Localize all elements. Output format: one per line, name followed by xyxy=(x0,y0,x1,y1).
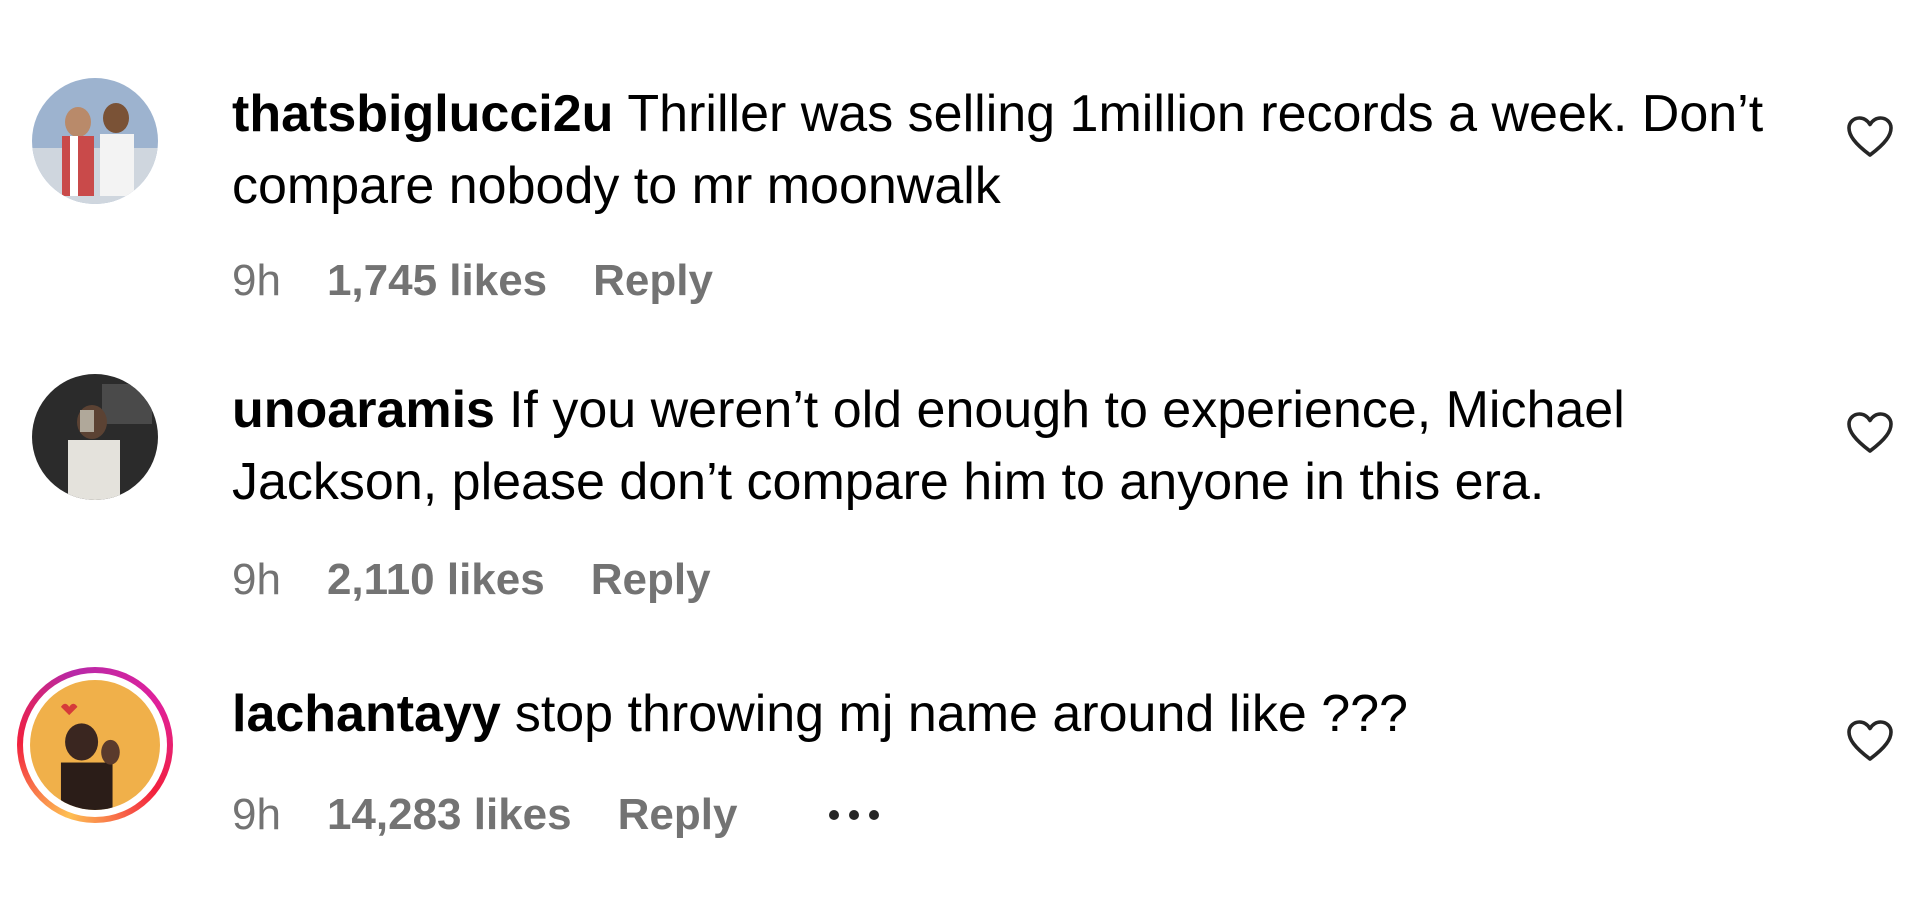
likes-count[interactable]: 14,283 likes xyxy=(327,790,572,840)
timestamp[interactable]: 9h xyxy=(232,790,281,840)
comment-text-line: unoaramis If you weren’t old enough to ex… xyxy=(232,374,1772,518)
heart-outline-icon[interactable] xyxy=(1846,410,1894,458)
avatar xyxy=(30,680,160,810)
avatar[interactable] xyxy=(32,78,158,204)
reply-button[interactable]: Reply xyxy=(591,555,711,605)
avatar-photo xyxy=(32,78,158,204)
reply-button[interactable]: Reply xyxy=(618,790,738,840)
heart-outline-icon[interactable] xyxy=(1846,718,1894,766)
username[interactable]: thatsbiglucci2u xyxy=(232,85,613,143)
likes-count[interactable]: 1,745 likes xyxy=(327,256,547,306)
reply-button[interactable]: Reply xyxy=(593,256,713,306)
avatar-photo xyxy=(30,680,160,810)
username[interactable]: unoaramis xyxy=(232,381,495,439)
story-ring[interactable] xyxy=(17,667,173,823)
comment-meta: 9h 14,283 likes Reply xyxy=(232,790,880,840)
likes-count[interactable]: 2,110 likes xyxy=(327,555,545,605)
username[interactable]: lachantayy xyxy=(232,685,501,743)
timestamp[interactable]: 9h xyxy=(232,555,281,605)
timestamp[interactable]: 9h xyxy=(232,256,281,306)
comment-meta: 9h 1,745 likes Reply xyxy=(232,256,713,306)
more-options-icon[interactable] xyxy=(829,810,880,820)
comment-body: thatsbiglucci2u Thriller was selling 1mil… xyxy=(232,78,1772,222)
comment-body: unoaramis If you weren’t old enough to ex… xyxy=(232,374,1772,518)
comments-list: thatsbiglucci2u Thriller was selling 1mil… xyxy=(0,0,1920,900)
comment-meta: 9h 2,110 likes Reply xyxy=(232,555,711,605)
heart-outline-icon[interactable] xyxy=(1846,114,1894,162)
avatar[interactable] xyxy=(32,374,158,500)
comment-text-line: lachantayy stop throwing mj name around l… xyxy=(232,678,1772,750)
avatar-photo xyxy=(32,374,158,500)
comment-text: stop throwing mj name around like ??? xyxy=(514,685,1408,743)
comment-body: lachantayy stop throwing mj name around l… xyxy=(232,678,1772,750)
comment-text-line: thatsbiglucci2u Thriller was selling 1mil… xyxy=(232,78,1772,222)
